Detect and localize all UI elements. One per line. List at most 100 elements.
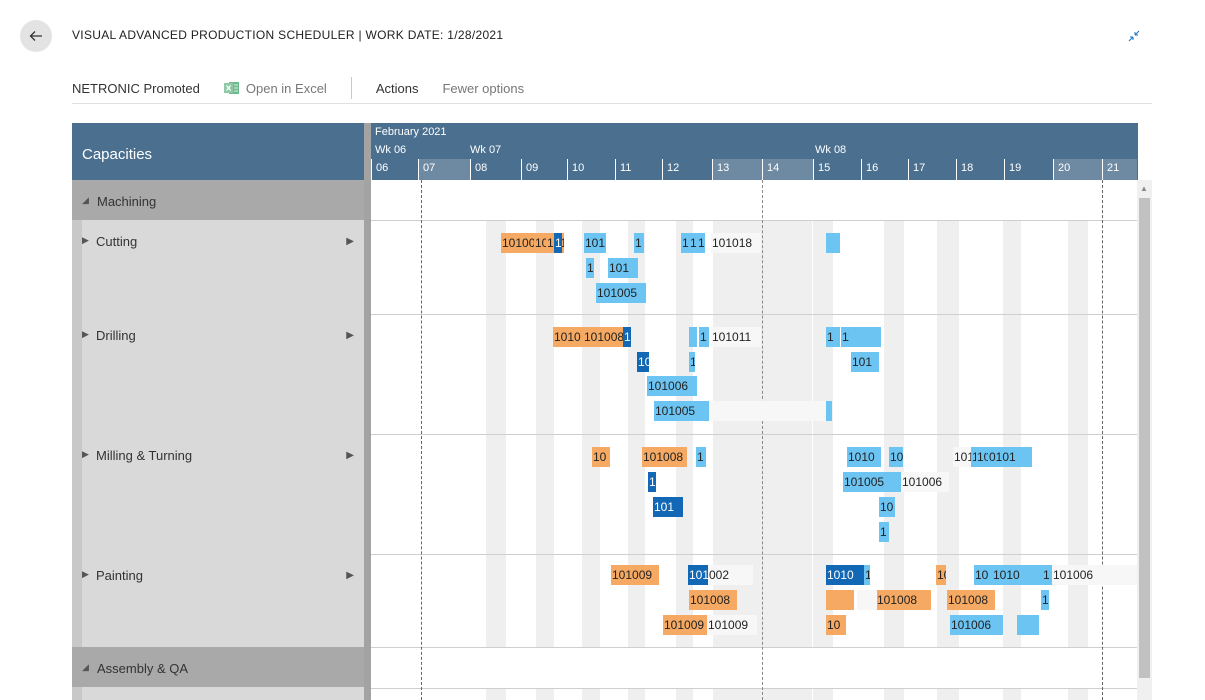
operation-bar-painting[interactable]: 1 — [1041, 590, 1049, 610]
scroll-up-icon[interactable]: ▲ — [1140, 184, 1148, 193]
operation-bar-drilling[interactable]: 101 — [851, 352, 879, 372]
operation-bar-painting[interactable]: 101008 — [876, 590, 931, 610]
expand-triangle-icon[interactable]: ▶ — [82, 329, 89, 340]
operation-bar-painting[interactable]: 002 — [708, 565, 753, 585]
operation-bar-painting[interactable]: 101008 — [689, 590, 737, 610]
month-label: February 2021 — [375, 126, 447, 138]
group-machining[interactable]: ◢ Machining — [72, 180, 364, 220]
operation-bar-cutting[interactable]: 101005 — [596, 283, 646, 303]
resource-painting[interactable]: ▶ Painting ▶ — [72, 554, 364, 647]
operation-bar-milling[interactable]: 1 — [696, 447, 706, 467]
resource-cutting[interactable]: ▶ Cutting ▶ — [72, 220, 364, 314]
scrollbar-thumb[interactable] — [1139, 198, 1150, 678]
expand-triangle-icon[interactable]: ▶ — [82, 449, 89, 460]
operation-bar-drilling[interactable] — [826, 401, 832, 421]
operation-bar-painting[interactable]: 1010 — [992, 565, 1042, 585]
operation-bar-cutting[interactable]: 101018 — [711, 233, 761, 253]
operation-bar-drilling[interactable]: 1 — [699, 327, 709, 347]
operation-bar-milling[interactable]: 101 — [653, 497, 683, 517]
operation-bar-drilling[interactable] — [689, 327, 697, 347]
operation-bar-painting[interactable]: 1 — [1042, 565, 1052, 585]
timeline-header: February 2021 Wk 06 Wk 07 Wk 08 06 07 08 09… — [371, 123, 1137, 180]
operation-bar-cutting[interactable]: 10 — [554, 233, 562, 253]
operation-bar-cutting[interactable]: 10 — [534, 233, 546, 253]
netronic-promoted-button[interactable]: NETRONIC Promoted — [72, 81, 200, 96]
operation-bar-drilling[interactable]: 101005 — [654, 401, 709, 421]
operation-bar-painting[interactable]: 1010 — [826, 565, 864, 585]
shaded-column — [1068, 180, 1088, 700]
operation-bar-cutting[interactable]: 1 — [634, 233, 644, 253]
collapse-icon[interactable] — [1126, 28, 1142, 44]
operation-bar-painting[interactable]: 101009 — [611, 565, 659, 585]
fewer-options-button[interactable]: Fewer options — [442, 81, 524, 96]
operation-bar-milling[interactable]: 1 — [648, 472, 656, 492]
operation-bar-cutting[interactable]: 1 — [586, 258, 594, 278]
resource-drilling[interactable]: ▶ Drilling ▶ — [72, 314, 364, 434]
operation-bar-cutting[interactable] — [826, 233, 840, 253]
operation-bar-milling[interactable]: 10 — [879, 497, 895, 517]
operation-bar-cutting[interactable]: 101 — [608, 258, 638, 278]
operation-bar-drilling[interactable]: 101011 — [711, 327, 761, 347]
operation-bar-cutting[interactable]: 1 — [697, 233, 705, 253]
operation-bar-painting[interactable]: 101006 — [1052, 565, 1137, 585]
operation-bar-milling[interactable]: 1 — [879, 522, 889, 542]
operation-bar-cutting[interactable]: 1 — [681, 233, 689, 253]
operation-bar-painting[interactable]: 101006 — [950, 615, 1003, 635]
operation-bar-cutting[interactable]: 1 — [689, 233, 697, 253]
gantt-chart[interactable]: 1010010101101011111101018110110100510101… — [371, 180, 1137, 700]
operation-bar-painting[interactable]: 10 — [974, 565, 992, 585]
operation-bar-milling[interactable]: 101 — [976, 447, 986, 467]
row-separator — [371, 220, 1137, 221]
splitter[interactable] — [364, 123, 371, 700]
excel-icon — [223, 82, 239, 94]
operation-bar-drilling[interactable]: 1 — [623, 327, 631, 347]
action-bar: NETRONIC Promoted Open in Excel Actions … — [72, 76, 524, 100]
operation-bar[interactable] — [857, 590, 877, 610]
operation-bar[interactable] — [1017, 615, 1039, 635]
operation-bar-milling[interactable]: 1010 — [847, 447, 881, 467]
operation-bar-drilling[interactable]: 1 — [826, 327, 840, 347]
operation-bar-painting[interactable]: 1 — [864, 565, 870, 585]
operation-bar-milling[interactable]: 10 — [592, 447, 610, 467]
resource-milling-turning[interactable]: ▶ Milling & Turning ▶ — [72, 434, 364, 554]
operation-bar-milling[interactable]: 101005 — [843, 472, 901, 492]
operation-bar-milling[interactable]: 101006 — [901, 472, 949, 492]
expand-triangle-icon[interactable]: ▶ — [82, 569, 89, 580]
operation-bar-painting[interactable]: 101008 — [947, 590, 995, 610]
operation-bar-painting[interactable]: 101009 — [663, 615, 707, 635]
operation-bar-drilling[interactable]: 1 — [689, 352, 695, 372]
chevron-right-icon[interactable]: ▶ — [346, 330, 354, 341]
chevron-right-icon[interactable]: ▶ — [346, 236, 354, 247]
collapse-triangle-icon[interactable]: ◢ — [82, 195, 89, 206]
operation-bar-cutting[interactable]: 101 — [584, 233, 606, 253]
operation-bar-drilling[interactable]: 10 — [637, 352, 649, 372]
collapse-triangle-icon[interactable]: ◢ — [82, 662, 89, 673]
operation-bar-drilling[interactable]: 1101 — [841, 327, 849, 347]
week-label: Wk 07 — [470, 144, 502, 156]
operation-bar-drilling[interactable]: 101006 — [647, 376, 697, 396]
operation-bar-drilling[interactable]: 1010 — [553, 327, 583, 347]
operation-bar-cutting[interactable]: 10100 — [501, 233, 534, 253]
expand-triangle-icon[interactable]: ▶ — [82, 235, 89, 246]
back-button[interactable] — [20, 20, 52, 52]
open-in-excel-button[interactable]: Open in Excel — [223, 81, 327, 96]
operation-bar-painting[interactable]: 10 — [826, 615, 846, 635]
resource-next[interactable] — [72, 687, 364, 700]
operation-bar[interactable] — [826, 590, 854, 610]
chevron-right-icon[interactable]: ▶ — [346, 450, 354, 461]
operation-bar-painting[interactable]: 101009 — [707, 615, 757, 635]
operation-bar-painting[interactable]: 101 — [688, 565, 708, 585]
actions-menu-button[interactable]: Actions — [376, 81, 419, 96]
day-header-cell: 08 — [470, 159, 521, 180]
operation-bar-milling[interactable]: 0101 — [988, 447, 1032, 467]
operation-bar-milling[interactable]: 10 — [889, 447, 903, 467]
resource-label: Milling & Turning — [96, 448, 193, 463]
operation-bar-painting[interactable]: 10 — [936, 565, 946, 585]
vertical-scrollbar[interactable]: ▲ — [1137, 180, 1152, 700]
operation-bar-milling[interactable]: 101008 — [642, 447, 687, 467]
row-separator — [371, 688, 1137, 689]
chevron-right-icon[interactable]: ▶ — [346, 570, 354, 581]
operation-bar-drilling[interactable]: 101008 — [583, 327, 623, 347]
group-assembly-qa[interactable]: ◢ Assembly & QA — [72, 647, 364, 687]
operation-bar-drilling[interactable] — [709, 401, 829, 421]
